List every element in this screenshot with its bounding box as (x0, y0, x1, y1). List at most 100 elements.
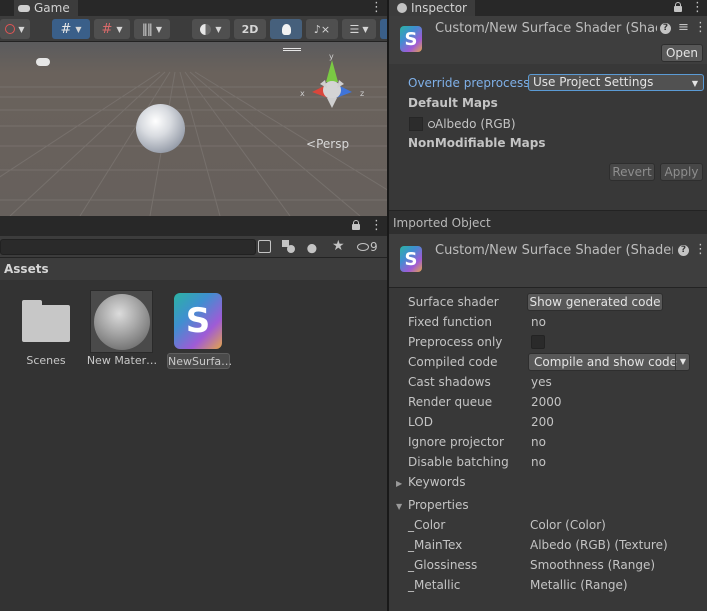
inspector-title: Custom/New Surface Shader (Shac (435, 21, 657, 36)
lighting-toggle-button[interactable] (270, 19, 302, 39)
property-value: Metallic (Range) (530, 578, 628, 592)
grid-off-icon: # (101, 21, 113, 37)
fixed-function-label: Fixed function (408, 315, 492, 329)
property-name: _Glossiness (408, 558, 478, 572)
overlay-menu-icon[interactable] (283, 48, 301, 51)
favorite-star-icon[interactable]: ★ (332, 238, 345, 254)
persp-toggle[interactable]: <Persp (306, 137, 349, 151)
scene-viewport[interactable]: y x z (0, 42, 387, 216)
chevron-right-icon: ▶ (396, 479, 403, 488)
tab-game[interactable]: Game (14, 0, 78, 16)
scene-gizmo[interactable]: y x z (298, 52, 368, 122)
gizmo-z-label: z (360, 89, 364, 98)
chevron-down-icon: ▼ (155, 24, 163, 34)
property-name: _Metallic (408, 578, 461, 592)
gizmos-button-partial[interactable] (380, 19, 387, 39)
lock-icon[interactable] (352, 220, 360, 230)
persp-label: Persp (316, 137, 350, 151)
imported-object-header: Imported Object (389, 210, 707, 234)
effects-dropdown[interactable]: ☰ ▼ (342, 19, 376, 39)
nonmodifiable-maps-heading: NonModifiable Maps (408, 136, 546, 150)
audio-toggle-button[interactable]: ♪× (306, 19, 338, 39)
asset-item-scenes[interactable]: Scenes (20, 294, 72, 367)
property-value: Smoothness (Range) (530, 558, 656, 572)
gizmo-y-label: y (329, 52, 334, 61)
asset-label: Scenes (26, 354, 66, 367)
project-tabbar (0, 218, 387, 236)
info-icon (397, 3, 407, 13)
shader-file-icon: S (174, 293, 222, 349)
chevron-down-icon: ▼ (18, 24, 25, 34)
tab-inspector[interactable]: Inspector (389, 0, 475, 16)
assets-breadcrumb[interactable]: Assets (0, 258, 387, 280)
gamepad-icon (18, 4, 30, 12)
object-picker-icon (428, 121, 435, 128)
lod-label: LOD (408, 415, 433, 429)
hidden-packages-count: 9 (370, 240, 378, 254)
grid-snap-button[interactable]: # ▼ (52, 19, 90, 39)
help-icon[interactable]: ? (660, 23, 671, 34)
compile-and-show-code-label: Compile and show code (534, 355, 678, 369)
chevron-down-icon: ▼ (362, 24, 369, 34)
folder-icon (22, 300, 70, 342)
cast-shadows-label: Cast shadows (408, 375, 491, 389)
shader-file-icon: S (400, 26, 422, 52)
hidden-packages-toggle[interactable]: 9 (357, 240, 378, 254)
component-more-icon[interactable]: ⋮ (694, 21, 707, 35)
apply-button[interactable]: Apply (660, 163, 703, 181)
imported-object-title: Custom/New Surface Shader (Shader (435, 243, 673, 258)
draw-mode-dropdown[interactable]: ▼ (0, 19, 30, 39)
revert-button[interactable]: Revert (609, 163, 655, 181)
property-name: _MainTex (408, 538, 463, 552)
grid-icon: # (60, 21, 72, 37)
sphere-object[interactable] (136, 104, 185, 153)
imported-object-more-icon[interactable]: ⋮ (694, 243, 707, 257)
shading-mode-dropdown[interactable]: ▼ (192, 19, 230, 39)
material-sphere-icon (94, 294, 150, 350)
render-queue-value: 2000 (531, 395, 562, 409)
presets-icon[interactable]: ≡ (678, 20, 689, 35)
inspector-more-icon[interactable]: ⋮ (691, 1, 704, 15)
albedo-texture-slot[interactable] (409, 117, 423, 131)
property-value: Color (Color) (530, 518, 606, 532)
open-button[interactable]: Open (661, 44, 703, 62)
surface-shader-label: Surface shader (408, 295, 499, 309)
preprocess-only-checkbox[interactable] (531, 335, 545, 349)
persp-arrow-icon: < (306, 137, 317, 151)
override-preprocessor-dropdown[interactable]: Use Project Settings ▼ (528, 74, 704, 91)
property-value: Albedo (RGB) (Texture) (530, 538, 668, 552)
help-icon[interactable]: ? (678, 245, 689, 256)
asset-label: NewSurfa… (167, 353, 233, 369)
keywords-foldout[interactable]: ▶ Keywords (396, 475, 466, 489)
filter-by-type-icon[interactable] (282, 240, 295, 253)
project-search-input[interactable] (0, 239, 256, 255)
project-more-icon[interactable]: ⋮ (370, 219, 383, 233)
grid-toggle-button[interactable]: # ▼ (94, 19, 130, 39)
toggle-2d-button[interactable]: 2D (234, 19, 266, 39)
keywords-label: Keywords (407, 475, 466, 489)
override-preprocessor-value: Use Project Settings (533, 75, 654, 89)
lod-value: 200 (531, 415, 554, 429)
chevron-down-icon: ▼ (674, 354, 686, 370)
chevron-down-icon: ▼ (75, 24, 82, 34)
show-generated-code-button[interactable]: Show generated code (527, 293, 663, 311)
chevron-down-icon: ▼ (396, 502, 403, 511)
compile-and-show-code-button[interactable]: Compile and show code ▼ (528, 353, 690, 371)
asset-item-shader[interactable]: S NewSurfa… (166, 290, 232, 370)
properties-label: Properties (407, 498, 469, 512)
albedo-field[interactable]: Albedo (RGB) (428, 117, 516, 131)
shader-file-icon: S (400, 246, 422, 272)
eye-slash-icon (357, 243, 369, 251)
search-by-type-icon[interactable] (258, 240, 271, 253)
chevron-down-icon: ▼ (116, 24, 123, 34)
properties-foldout[interactable]: ▼ Properties (396, 498, 469, 512)
chevron-down-icon: ▼ (215, 24, 222, 34)
asset-label: New Mater… (86, 354, 158, 367)
disable-batching-value: no (531, 455, 546, 469)
increment-snap-button[interactable]: ‖‖ ▼ (134, 19, 170, 39)
asset-item-material[interactable]: New Mater… (87, 290, 157, 367)
scene-more-icon[interactable]: ⋮ (370, 1, 383, 15)
tab-game-label: Game (34, 1, 70, 15)
inspector-lock-icon[interactable] (674, 2, 682, 12)
toggle-2d-label: 2D (241, 22, 259, 36)
